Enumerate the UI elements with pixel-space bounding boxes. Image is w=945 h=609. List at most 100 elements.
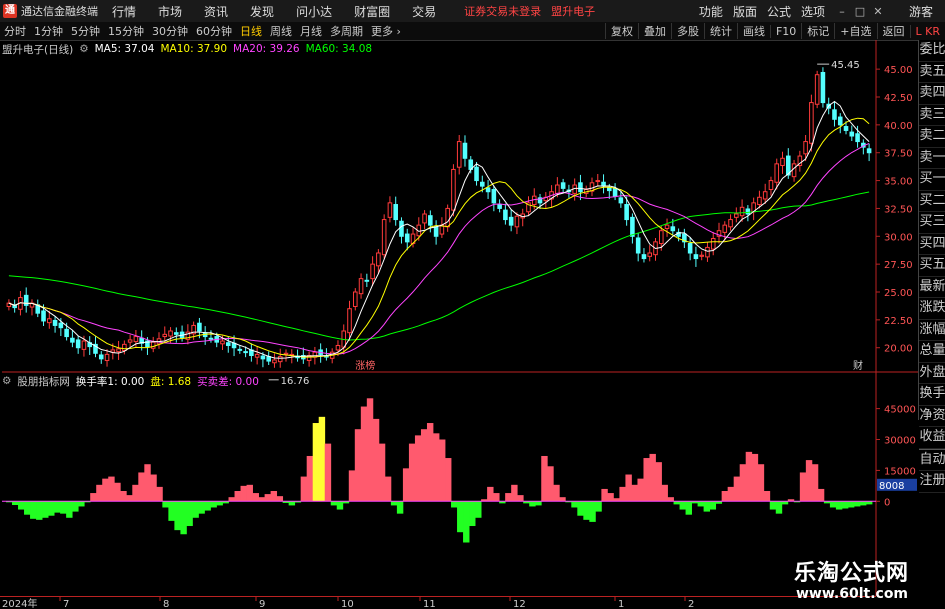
quote-item[interactable]: 卖五 <box>919 62 945 83</box>
quote-item[interactable]: 买五 <box>919 255 945 277</box>
indicator-bar <box>264 494 272 502</box>
limit-up-tag: 涨榜 <box>355 359 375 372</box>
finance-tag: 财 <box>853 359 863 372</box>
quote-item[interactable]: 涨跌 <box>919 298 945 320</box>
quote-item[interactable]: 买四 <box>919 234 945 255</box>
toolbar-right: 复权 叠加 多股 统计 画线 F10 标记 +自选 返回 L KR <box>604 22 945 40</box>
candle-body <box>70 337 75 343</box>
indicator-bar <box>180 501 187 535</box>
candle-body <box>734 213 739 218</box>
watermark-url: www.60lt.com <box>796 586 909 602</box>
stock-title: 盟升电子(日线) <box>2 43 74 56</box>
mark-button[interactable]: 标记 <box>801 23 834 39</box>
candle-body <box>122 343 127 352</box>
candle-body <box>335 344 341 351</box>
stats-button[interactable]: 统计 <box>703 23 737 39</box>
quote-item[interactable]: 换手 <box>919 384 945 406</box>
quote-item[interactable]: 总量 <box>919 341 945 363</box>
login-status[interactable]: 证券交易未登录 <box>464 3 541 19</box>
back-button[interactable]: 返回 <box>876 23 910 39</box>
indicator-bar <box>583 501 590 520</box>
period-60min[interactable]: 60分钟 <box>192 23 236 39</box>
register-button[interactable]: 注册 <box>919 471 945 493</box>
candle-body <box>791 163 797 178</box>
indicator-title: 股朋指标网 <box>17 375 70 388</box>
menu-item-market[interactable]: 市场 <box>158 3 182 20</box>
candle-body <box>809 102 814 144</box>
indicator-bar <box>114 482 121 502</box>
candle-body <box>243 351 248 354</box>
indicator-tick-label: 0 <box>884 497 890 508</box>
quote-item[interactable]: 净资 <box>919 406 945 427</box>
candle-body <box>658 230 664 245</box>
quote-item[interactable]: 买一 <box>919 169 945 191</box>
candle-body <box>745 208 751 215</box>
minimize-icon[interactable]: – <box>835 5 849 18</box>
period-daily[interactable]: 日线 <box>236 23 266 39</box>
period-15min[interactable]: 15分钟 <box>104 23 148 39</box>
quote-item[interactable]: 涨幅 <box>919 320 945 341</box>
indicator-bar <box>649 453 656 502</box>
candle-body <box>445 207 450 228</box>
auto-button[interactable]: 自动 <box>919 448 945 471</box>
quote-item[interactable]: 买三 <box>919 212 945 234</box>
period-1min[interactable]: 1分钟 <box>30 23 67 39</box>
multi-stock-button[interactable]: 多股 <box>670 23 704 39</box>
candle-body <box>670 226 676 232</box>
candle-body <box>364 279 370 282</box>
quote-item[interactable]: 卖三 <box>919 105 945 126</box>
indicator-bar <box>168 501 175 521</box>
add-watchlist-button[interactable]: +自选 <box>834 23 876 39</box>
menu-item-market-quotes[interactable]: 行情 <box>112 3 136 20</box>
menu-item-wealth[interactable]: 财富圈 <box>354 3 390 20</box>
menu-item-options[interactable]: 选项 <box>801 3 825 20</box>
settings-gear-icon[interactable]: ⚙ <box>79 43 88 55</box>
menu-item-trade[interactable]: 交易 <box>412 3 436 20</box>
menu-item-formula[interactable]: 公式 <box>767 3 791 20</box>
watermark: 乐淘公式网 www.60lt.com <box>770 555 945 609</box>
candle-body <box>277 356 283 363</box>
indicator-bar <box>288 501 296 506</box>
period-tick[interactable]: 分时 <box>0 23 30 39</box>
period-5min[interactable]: 5分钟 <box>67 23 104 39</box>
overlay-button[interactable]: 叠加 <box>637 23 671 39</box>
quote-item[interactable]: 收益 <box>919 427 945 449</box>
right-quote-panel: 委比 卖五 卖四 卖三 卖二 卖一 买一 买二 买三 买四 买五 最新 涨跌 涨… <box>918 40 945 493</box>
menu-item-ask[interactable]: 问小达 <box>296 3 332 20</box>
quote-item[interactable]: 卖一 <box>919 148 945 169</box>
maximize-icon[interactable]: □ <box>853 5 867 18</box>
menu-item-discover[interactable]: 发现 <box>250 3 274 20</box>
adjust-button[interactable]: 复权 <box>604 23 638 39</box>
menu-item-layout[interactable]: 版面 <box>733 3 757 20</box>
quote-item[interactable]: 委比 <box>919 40 945 62</box>
quote-item[interactable]: 卖四 <box>919 83 945 105</box>
candle-body <box>451 168 456 211</box>
menu-item-functions[interactable]: 功能 <box>699 3 723 20</box>
indicator-bar <box>589 501 596 522</box>
menu-item-news[interactable]: 资讯 <box>204 3 228 20</box>
period-30min[interactable]: 30分钟 <box>148 23 192 39</box>
period-weekly[interactable]: 周线 <box>266 23 296 39</box>
f10-button[interactable]: F10 <box>769 24 801 38</box>
indicator-settings-icon[interactable]: ⚙ <box>2 375 11 387</box>
period-monthly[interactable]: 月线 <box>296 23 326 39</box>
indicator-bar <box>571 501 578 508</box>
period-more[interactable]: 更多 › <box>367 23 405 39</box>
quote-item[interactable]: 卖二 <box>919 126 945 148</box>
indicator-bar <box>240 485 247 502</box>
quote-item[interactable]: 最新 <box>919 277 945 298</box>
indicator-bar <box>150 474 157 502</box>
period-multi[interactable]: 多周期 <box>326 23 367 39</box>
quote-item[interactable]: 买二 <box>919 191 945 212</box>
indicator-bar <box>709 501 717 510</box>
candle-body <box>150 341 156 349</box>
guest-label[interactable]: 游客 <box>909 3 933 20</box>
candle-body <box>641 254 647 260</box>
indicator-bar <box>637 478 644 502</box>
candle-body <box>693 254 699 260</box>
indicator-bar <box>505 493 512 502</box>
close-icon[interactable]: ✕ <box>871 5 885 18</box>
chart-area[interactable]: 45.00 42.50 40.00 37.50 35.00 32.50 30.00 27.50… <box>0 40 918 596</box>
quote-item[interactable]: 外盘 <box>919 363 945 384</box>
draw-button[interactable]: 画线 <box>736 23 770 39</box>
